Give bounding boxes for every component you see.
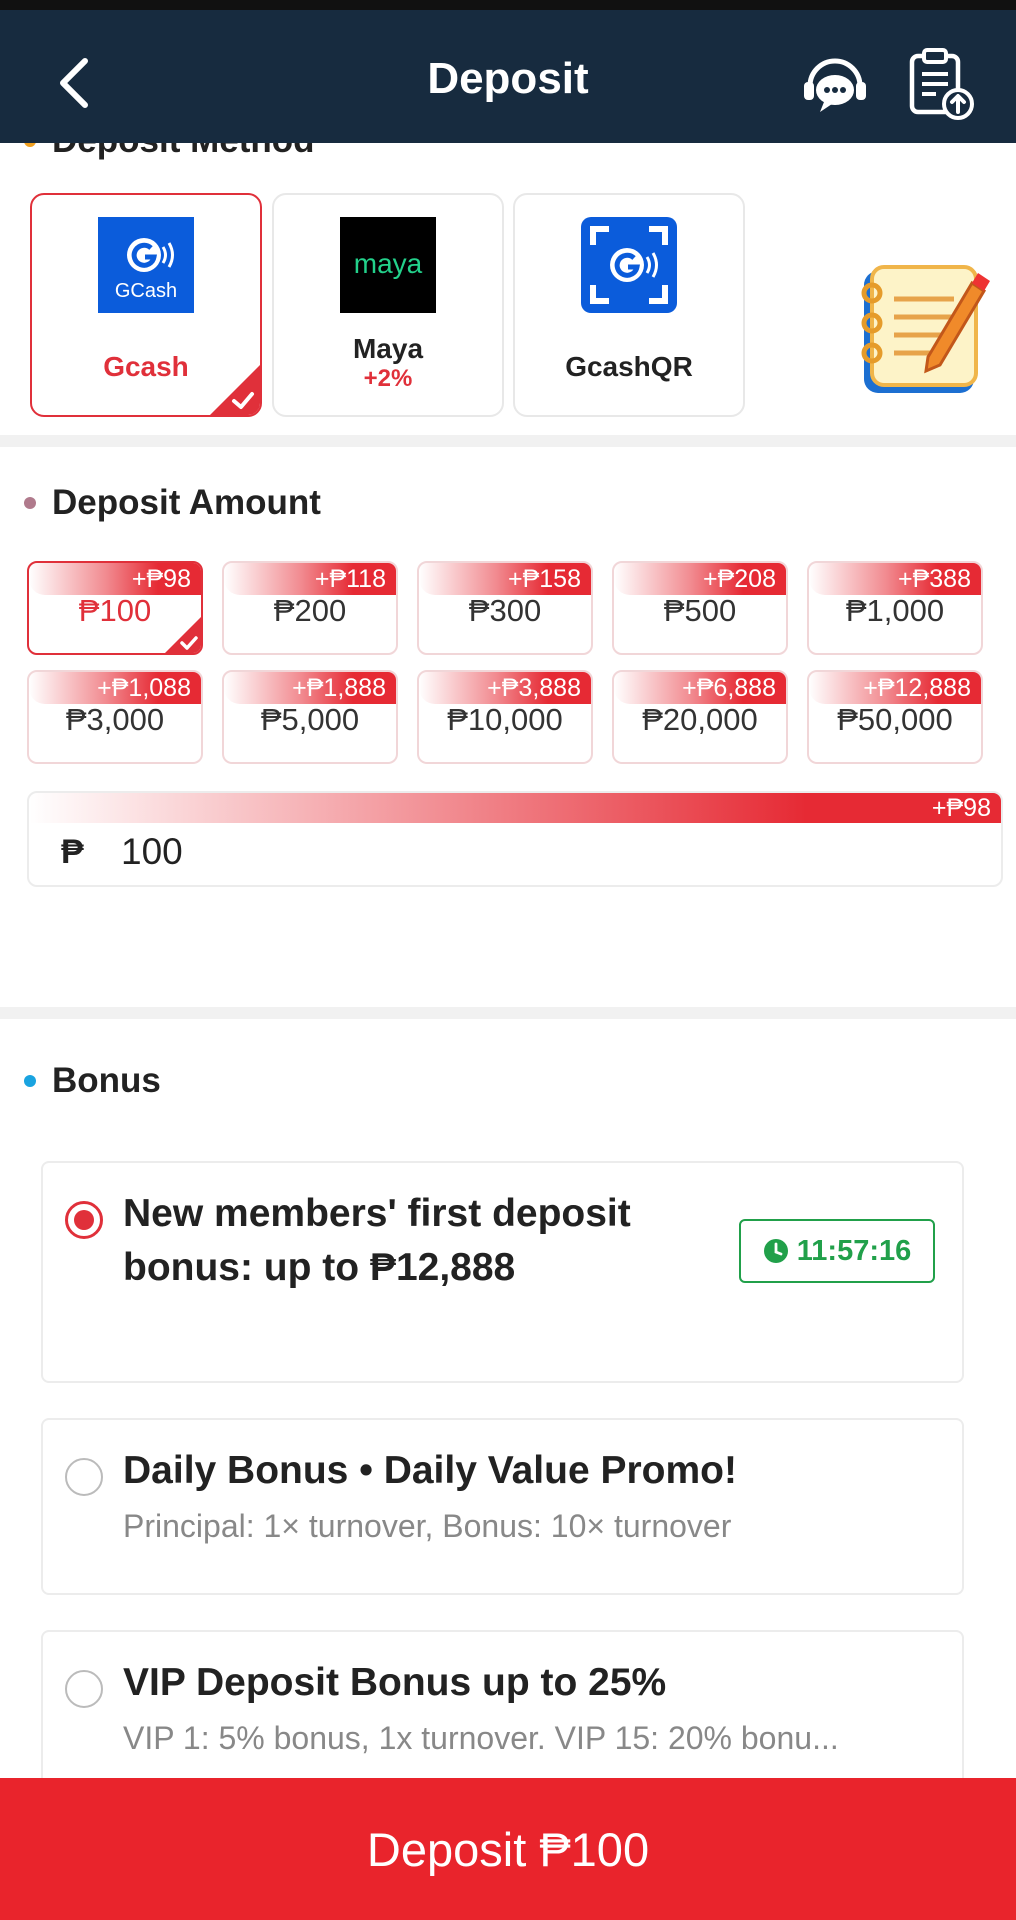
amount-value: ₱50,000 xyxy=(837,702,953,737)
bonus-description: Principal: 1× turnover, Bonus: 10× turno… xyxy=(123,1508,732,1544)
amount-bonus-tag: +₱98 xyxy=(29,563,201,595)
countdown-timer: 11:57:16 xyxy=(739,1219,935,1283)
selected-check-icon xyxy=(210,365,260,415)
input-bonus-bar xyxy=(29,793,1001,823)
amount-bonus-tag: +₱12,888 xyxy=(809,672,981,704)
amount-input[interactable] xyxy=(121,831,621,873)
svg-text:maya: maya xyxy=(354,248,423,279)
method-option-gcashqr[interactable]: GcashQR xyxy=(513,193,745,417)
bonus-option[interactable]: VIP Deposit Bonus up to 25% VIP 1: 5% bo… xyxy=(41,1630,964,1778)
bonus-title: VIP Deposit Bonus up to 25% xyxy=(123,1661,667,1704)
svg-text:GCash: GCash xyxy=(115,280,177,302)
amount-option[interactable]: +₱12,888 ₱50,000 xyxy=(807,670,983,764)
method-option-maya[interactable]: maya Maya +2% xyxy=(272,193,504,417)
bonus-title: New members' first deposit bonus: up to … xyxy=(123,1192,631,1289)
radio-button[interactable] xyxy=(65,1458,103,1496)
amount-option[interactable]: +₱208 ₱500 xyxy=(612,561,788,655)
bullet-dot xyxy=(24,1075,36,1087)
deposit-records-button[interactable] xyxy=(906,46,976,122)
amount-value: ₱3,000 xyxy=(65,702,165,737)
gcash-qr-logo-icon xyxy=(581,217,677,313)
deposit-method-heading: Deposit Method xyxy=(24,143,314,161)
amount-option[interactable]: +₱98 ₱100 xyxy=(27,561,203,655)
clock-icon xyxy=(763,1239,788,1263)
method-name-gcashqr: GcashQR xyxy=(565,351,693,382)
headset-chat-icon xyxy=(804,58,866,112)
bonus-heading: Bonus xyxy=(24,1061,161,1101)
amount-option[interactable]: +₱1,088 ₱3,000 xyxy=(27,670,203,764)
deposit-amount-heading: Deposit Amount xyxy=(24,483,321,523)
amount-bonus-tag: +₱6,888 xyxy=(614,672,786,704)
input-bonus-tag: +₱98 xyxy=(931,794,991,822)
amount-value: ₱5,000 xyxy=(260,702,360,737)
bonus-option[interactable]: Daily Bonus • Daily Value Promo! Princip… xyxy=(41,1418,964,1595)
amount-option[interactable]: +₱3,888 ₱10,000 xyxy=(417,670,593,764)
amount-value: ₱300 xyxy=(468,593,542,628)
gcash-logo-icon: GCash xyxy=(98,217,194,313)
bullet-dot xyxy=(24,497,36,509)
bonus-description: VIP 1: 5% bonus, 1x turnover. VIP 15: 20… xyxy=(123,1720,839,1756)
radio-button[interactable] xyxy=(65,1201,103,1239)
bonus-title: Daily Bonus • Daily Value Promo! xyxy=(123,1449,737,1492)
amount-value: ₱200 xyxy=(273,593,347,628)
amount-option[interactable]: +₱6,888 ₱20,000 xyxy=(612,670,788,764)
amount-bonus-tag: +₱3,888 xyxy=(419,672,591,704)
selected-check-icon xyxy=(165,617,201,653)
bullet-dot xyxy=(24,143,36,147)
clipboard-upload-icon xyxy=(909,48,974,120)
amount-bonus-tag: +₱1,888 xyxy=(224,672,396,704)
amount-value: ₱1,000 xyxy=(845,593,945,628)
deposit-submit-button[interactable]: Deposit ₱100 xyxy=(0,1778,1016,1920)
deposit-content[interactable]: Deposit Method GCash Gcash maya Maya +2% xyxy=(0,143,1016,1778)
amount-option[interactable]: +₱158 ₱300 xyxy=(417,561,593,655)
method-name-maya: Maya xyxy=(352,333,424,364)
amount-value: ₱10,000 xyxy=(447,702,563,737)
amount-bonus-tag: +₱158 xyxy=(419,563,591,595)
top-nav-bar: Deposit xyxy=(0,10,1016,143)
maya-logo-icon: maya xyxy=(340,217,436,313)
method-bonus-badge: +2% xyxy=(363,365,413,392)
method-option-gcash[interactable]: GCash Gcash xyxy=(30,193,262,417)
amount-bonus-tag: +₱388 xyxy=(809,563,981,595)
radio-button[interactable] xyxy=(65,1670,103,1708)
amount-input-field[interactable]: +₱98 ₱ xyxy=(27,791,1003,887)
amount-bonus-tag: +₱118 xyxy=(224,563,396,595)
bonus-option[interactable]: New members' first deposit bonus: up to … xyxy=(41,1161,964,1383)
amount-bonus-tag: +₱1,088 xyxy=(29,672,201,704)
section-divider xyxy=(0,1007,1016,1019)
customer-support-button[interactable] xyxy=(800,52,870,116)
notepad-pencil-icon[interactable] xyxy=(850,253,990,403)
amount-value: ₱500 xyxy=(663,593,737,628)
section-divider xyxy=(0,435,1016,447)
status-bar xyxy=(0,0,1016,10)
amount-option[interactable]: +₱1,888 ₱5,000 xyxy=(222,670,398,764)
amount-value: ₱20,000 xyxy=(642,702,758,737)
amount-option[interactable]: +₱388 ₱1,000 xyxy=(807,561,983,655)
amount-option[interactable]: +₱118 ₱200 xyxy=(222,561,398,655)
currency-sign: ₱ xyxy=(61,833,84,871)
amount-bonus-tag: +₱208 xyxy=(614,563,786,595)
